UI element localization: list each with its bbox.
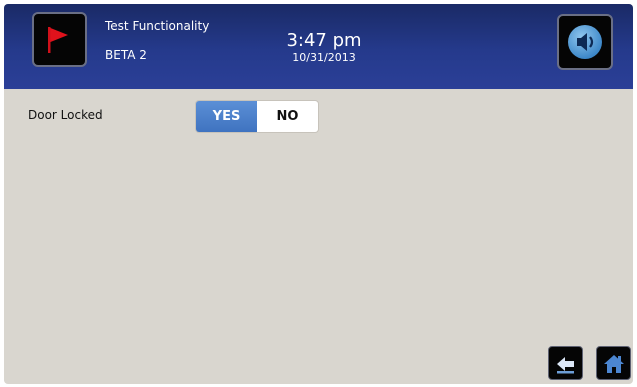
home-icon [604, 355, 624, 373]
page-subtitle: BETA 2 [105, 48, 147, 62]
screen: Test Functionality BETA 2 3:47 pm 10/31/… [4, 4, 633, 384]
door-locked-toggle: YES NO [196, 101, 318, 132]
speaker-icon [568, 25, 602, 59]
clock-date: 10/31/2013 [292, 51, 356, 64]
toggle-no-button[interactable]: NO [257, 101, 318, 132]
flag-icon [48, 27, 68, 53]
door-locked-label: Door Locked [28, 108, 103, 122]
back-arrow-icon [557, 357, 574, 374]
flag-button[interactable] [32, 12, 87, 67]
clock-time: 3:47 pm [286, 30, 362, 51]
sound-button[interactable] [557, 14, 613, 70]
toggle-yes-button[interactable]: YES [196, 101, 257, 132]
header-bar: Test Functionality BETA 2 3:47 pm 10/31/… [4, 4, 633, 89]
home-button[interactable] [596, 346, 631, 380]
back-button[interactable] [548, 346, 583, 380]
page-title: Test Functionality [105, 19, 210, 33]
